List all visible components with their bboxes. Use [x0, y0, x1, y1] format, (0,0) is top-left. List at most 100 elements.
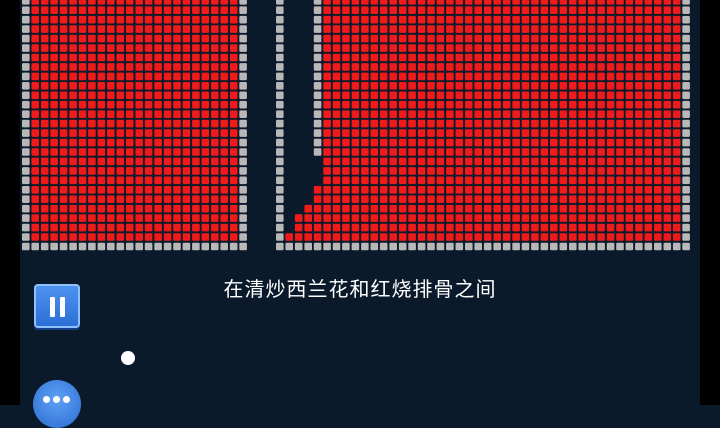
brick [201, 0, 210, 5]
brick [59, 186, 68, 194]
brick [173, 167, 181, 175]
brick [332, 110, 341, 118]
brick [559, 72, 568, 81]
brick [50, 157, 58, 166]
brick [50, 53, 58, 62]
brick [182, 176, 191, 185]
brick [672, 138, 681, 147]
brick [540, 44, 549, 52]
brick [597, 214, 605, 222]
brick [201, 233, 210, 241]
brick [540, 53, 549, 62]
brick [342, 72, 350, 81]
brick [125, 214, 134, 222]
brick [587, 157, 596, 166]
pause-button[interactable] [34, 284, 80, 328]
brick-empty [313, 72, 322, 81]
brick [559, 186, 568, 194]
brick [502, 138, 511, 147]
brick [192, 195, 200, 203]
brick-empty [313, 138, 322, 147]
brick [379, 53, 388, 62]
brick [294, 223, 303, 232]
brick [332, 100, 341, 109]
brick [144, 100, 153, 109]
brick [116, 44, 125, 52]
brick [154, 129, 162, 137]
brick [379, 214, 388, 222]
brick [323, 176, 331, 185]
brick [502, 110, 511, 118]
brick [550, 15, 558, 24]
brick [455, 91, 464, 100]
brick-empty [597, 242, 605, 251]
brick [125, 63, 134, 71]
brick [569, 100, 577, 109]
brick [483, 204, 492, 213]
brick [69, 63, 77, 71]
brick [672, 119, 681, 128]
brick [182, 233, 191, 241]
brick [540, 204, 549, 213]
brick [606, 91, 615, 100]
brick [201, 63, 210, 71]
brick [559, 223, 568, 232]
brick [521, 0, 530, 5]
brick-empty [22, 63, 30, 71]
brick [578, 138, 586, 147]
brick-empty [483, 242, 492, 251]
brick [154, 223, 162, 232]
brick [192, 91, 200, 100]
brick [135, 204, 143, 213]
brick [625, 53, 634, 62]
brick [389, 53, 397, 62]
brick [59, 204, 68, 213]
brick [144, 44, 153, 52]
brick [379, 138, 388, 147]
brick-empty [276, 119, 284, 128]
brick [135, 63, 143, 71]
brick [88, 91, 96, 100]
brick [107, 34, 115, 43]
brick [220, 138, 228, 147]
brick [654, 186, 662, 194]
brick-empty [569, 242, 577, 251]
brick [483, 25, 492, 33]
brick [97, 233, 106, 241]
brick [351, 100, 360, 109]
brick [465, 233, 473, 241]
brick [436, 6, 445, 14]
brick [97, 157, 106, 166]
brick [512, 138, 520, 147]
brick [88, 34, 96, 43]
brick [540, 119, 549, 128]
brick [644, 186, 653, 194]
brick [455, 214, 464, 222]
brick [540, 176, 549, 185]
brick [559, 0, 568, 5]
brick [173, 63, 181, 71]
brick [116, 223, 125, 232]
brick [182, 44, 191, 52]
brick [465, 119, 473, 128]
brick [417, 214, 426, 222]
brick [512, 223, 520, 232]
brick [474, 63, 482, 71]
brick [370, 204, 379, 213]
brick [379, 25, 388, 33]
brick [154, 82, 162, 90]
brick [201, 25, 210, 33]
brick [332, 119, 341, 128]
brick [606, 214, 615, 222]
brick [465, 82, 473, 90]
brick [192, 119, 200, 128]
brick [154, 138, 162, 147]
brick [672, 63, 681, 71]
brick [163, 63, 172, 71]
brick [59, 195, 68, 203]
brick [550, 148, 558, 156]
brick [342, 167, 350, 175]
menu-button[interactable] [33, 380, 81, 428]
brick [474, 53, 482, 62]
brick-empty [22, 72, 30, 81]
